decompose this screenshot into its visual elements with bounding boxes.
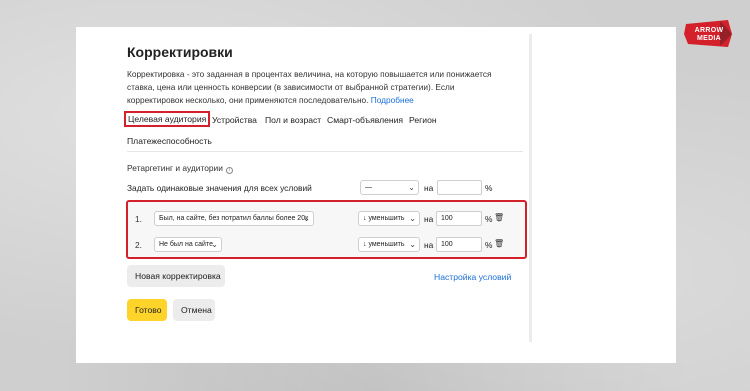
row-number: 1. — [135, 214, 142, 224]
chevron-down-icon: ⌄ — [409, 240, 416, 249]
value-input[interactable]: 100 — [436, 237, 482, 252]
chevron-down-icon: ⌄ — [211, 240, 218, 249]
row-na: на — [424, 214, 434, 224]
brand-logo: ARROW MEDIA — [684, 20, 734, 48]
tab-devices[interactable]: Устройства — [212, 115, 257, 125]
same-values-select[interactable]: — ⌄ — [360, 180, 419, 195]
same-values-na: на — [424, 183, 434, 193]
direction-select[interactable]: ↓ уменьшить ⌄ — [358, 237, 420, 252]
chevron-down-icon: ⌄ — [409, 214, 416, 223]
tabs-divider — [127, 151, 523, 152]
row-na: на — [424, 240, 434, 250]
section-label: Ретаргетинг и аудитории i — [127, 163, 233, 174]
direction-value: ↓ уменьшить — [363, 241, 405, 248]
tab-gender-age[interactable]: Пол и возраст — [265, 115, 321, 125]
direction-select[interactable]: ↓ уменьшить ⌄ — [358, 211, 420, 226]
same-values-pct: % — [485, 183, 493, 193]
condition-value: Был, на сайте, без потратил баллы более … — [159, 215, 309, 222]
tab-bar: Целевая аудитория Устройства Пол и возра… — [124, 111, 517, 151]
chevron-down-icon: ⌄ — [408, 183, 415, 192]
same-values-input[interactable] — [437, 180, 482, 195]
value-input[interactable]: 100 — [436, 211, 482, 226]
tab-solvency[interactable]: Платежеспособность — [127, 136, 212, 146]
page-title: Корректировки — [127, 44, 233, 60]
description: Корректировка - это заданная в процентах… — [127, 68, 507, 107]
row-number: 2. — [135, 240, 142, 250]
info-icon[interactable]: i — [225, 167, 233, 174]
tab-smart-ads[interactable]: Смарт-объявления — [327, 115, 403, 125]
conditions-setup-link[interactable]: Настройка условий — [434, 272, 511, 282]
condition-value: Не был на сайте — [159, 241, 213, 248]
description-text: Корректировка - это заданная в процентах… — [127, 69, 492, 105]
condition-select[interactable]: Был, на сайте, без потратил баллы более … — [154, 211, 314, 226]
new-adjustment-button[interactable]: Новая корректировка — [127, 265, 225, 287]
chevron-down-icon: ⌄ — [303, 214, 310, 223]
cancel-button[interactable]: Отмена — [173, 299, 215, 321]
section-label-text: Ретаргетинг и аудитории — [127, 163, 223, 173]
more-link[interactable]: Подробнее — [371, 95, 414, 105]
direction-value: ↓ уменьшить — [363, 215, 405, 222]
logo-text: ARROW MEDIA — [684, 20, 734, 48]
tab-region[interactable]: Регион — [409, 115, 437, 125]
trash-icon[interactable]: 🗑 — [494, 239, 504, 248]
logo-line-1: ARROW — [694, 27, 724, 34]
trash-icon[interactable]: 🗑 — [494, 213, 504, 222]
row-pct: % — [485, 214, 493, 224]
same-values-label: Задать одинаковые значения для всех усло… — [127, 183, 312, 193]
same-values-select-value: — — [365, 184, 372, 191]
condition-select[interactable]: Не был на сайте ⌄ — [154, 237, 222, 252]
logo-line-2: MEDIA — [696, 35, 722, 42]
done-button[interactable]: Готово — [127, 299, 167, 321]
tab-target-audience[interactable]: Целевая аудитория — [124, 111, 211, 127]
row-pct: % — [485, 240, 493, 250]
